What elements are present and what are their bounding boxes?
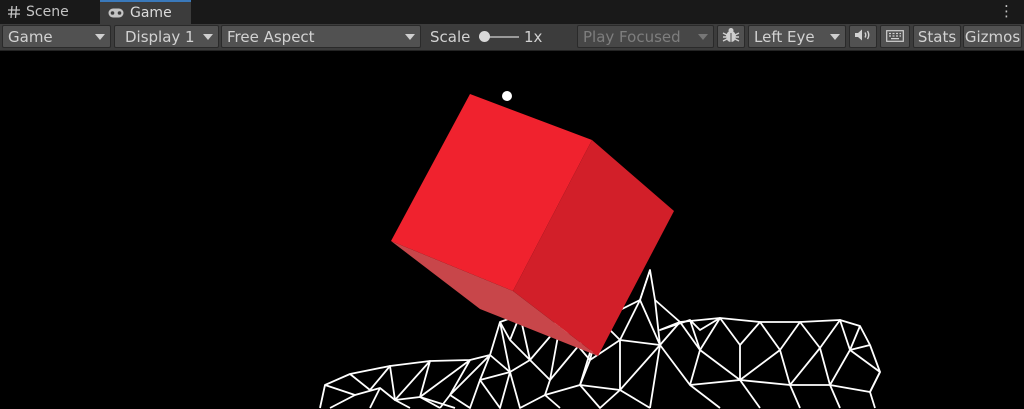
stats-button[interactable]: Stats [913, 25, 961, 48]
display-mode-dropdown[interactable]: Game [2, 25, 111, 48]
keyboard-icon [886, 28, 904, 46]
tab-bar: Scene Game ⋮ [0, 0, 1024, 24]
game-viewport[interactable] [0, 51, 1024, 409]
tab-scene[interactable]: Scene [0, 0, 96, 24]
hash-icon [8, 6, 20, 18]
scale-label: Scale [430, 27, 471, 46]
display-mode-label: Game [8, 27, 53, 46]
scene-render [319, 91, 881, 409]
eye-dropdown[interactable]: Left Eye [748, 25, 846, 48]
scale-slider[interactable] [479, 31, 519, 42]
chevron-down-icon [698, 34, 708, 40]
tab-scene-label: Scene [26, 4, 69, 20]
white-dot [502, 91, 512, 101]
chevron-down-icon [830, 34, 840, 40]
scale-control: Scale 1x [424, 25, 574, 48]
game-toolbar: Game Display 1 Free Aspect Scale 1x Play… [0, 24, 1024, 51]
aspect-label: Free Aspect [227, 27, 315, 46]
bug-icon [722, 27, 740, 47]
bug-button[interactable] [717, 25, 745, 48]
keyboard-shortcuts-button[interactable] [880, 25, 910, 48]
gizmos-button[interactable]: Gizmos [963, 25, 1022, 48]
eye-label: Left Eye [754, 27, 815, 46]
play-mode-label: Play Focused [583, 27, 681, 46]
scale-slider-handle[interactable] [479, 31, 490, 42]
more-options-icon[interactable]: ⋮ [999, 3, 1014, 19]
aspect-dropdown[interactable]: Free Aspect [221, 25, 421, 48]
chevron-down-icon [405, 34, 415, 40]
scale-value: 1x [524, 27, 543, 46]
game-view-window: Scene Game ⋮ Game Display 1 Free Aspect … [0, 0, 1024, 409]
display-label: Display 1 [125, 27, 195, 46]
chevron-down-icon [95, 34, 105, 40]
tab-game[interactable]: Game [100, 0, 191, 24]
tab-game-label: Game [130, 5, 172, 21]
chevron-down-icon [203, 34, 213, 40]
gamepad-icon [108, 8, 124, 18]
speaker-icon [854, 28, 872, 46]
gizmos-label: Gizmos [964, 27, 1021, 46]
display-dropdown[interactable]: Display 1 [114, 25, 219, 48]
play-mode-dropdown[interactable]: Play Focused [577, 25, 714, 48]
mute-audio-button[interactable] [849, 25, 877, 48]
stats-label: Stats [917, 27, 957, 46]
